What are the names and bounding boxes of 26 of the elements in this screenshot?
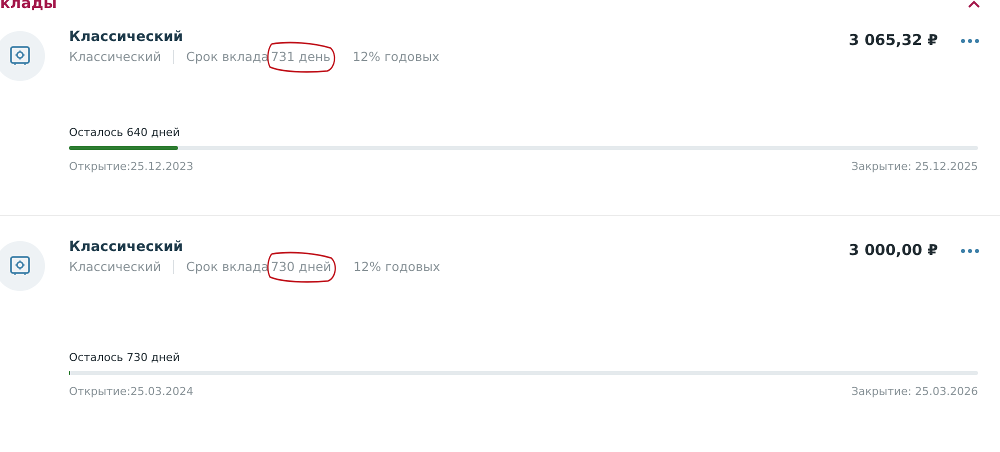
interest-rate: 12% годовых	[352, 49, 440, 64]
open-date: Открытие:25.03.2024	[69, 385, 194, 398]
safe-icon	[0, 31, 45, 81]
collapse-button[interactable]	[968, 0, 980, 8]
chevron-icon	[968, 0, 980, 8]
product-name: Классический	[69, 49, 162, 64]
term-label: Срок вклада	[186, 49, 269, 64]
interest-rate: 12% годовых	[353, 259, 440, 274]
deposit-amount: 3 000,00 ₽	[848, 241, 938, 259]
term-label: Срок вклада	[186, 259, 269, 274]
safe-icon	[0, 241, 45, 291]
more-icon	[960, 248, 980, 254]
days-remaining: Осталось 640 дней	[69, 126, 181, 139]
more-icon	[960, 38, 980, 44]
deposit-name: Классический	[69, 29, 184, 45]
product-name: Классический	[69, 259, 162, 274]
more-button[interactable]	[960, 248, 980, 254]
close-date: Закрытие: 25.03.2026	[851, 385, 978, 398]
deposit-amount: 3 065,32 ₽	[848, 31, 938, 49]
days-remaining: Осталось 730 дней	[69, 351, 181, 364]
close-date: Закрытие: 25.12.2025	[851, 160, 978, 173]
open-date: Открытие:25.12.2023	[69, 160, 194, 173]
term-value: 731 день	[270, 49, 331, 64]
more-button[interactable]	[960, 38, 980, 44]
term-value: 730 дней	[270, 259, 332, 274]
deposit-name: Классический	[69, 239, 184, 255]
